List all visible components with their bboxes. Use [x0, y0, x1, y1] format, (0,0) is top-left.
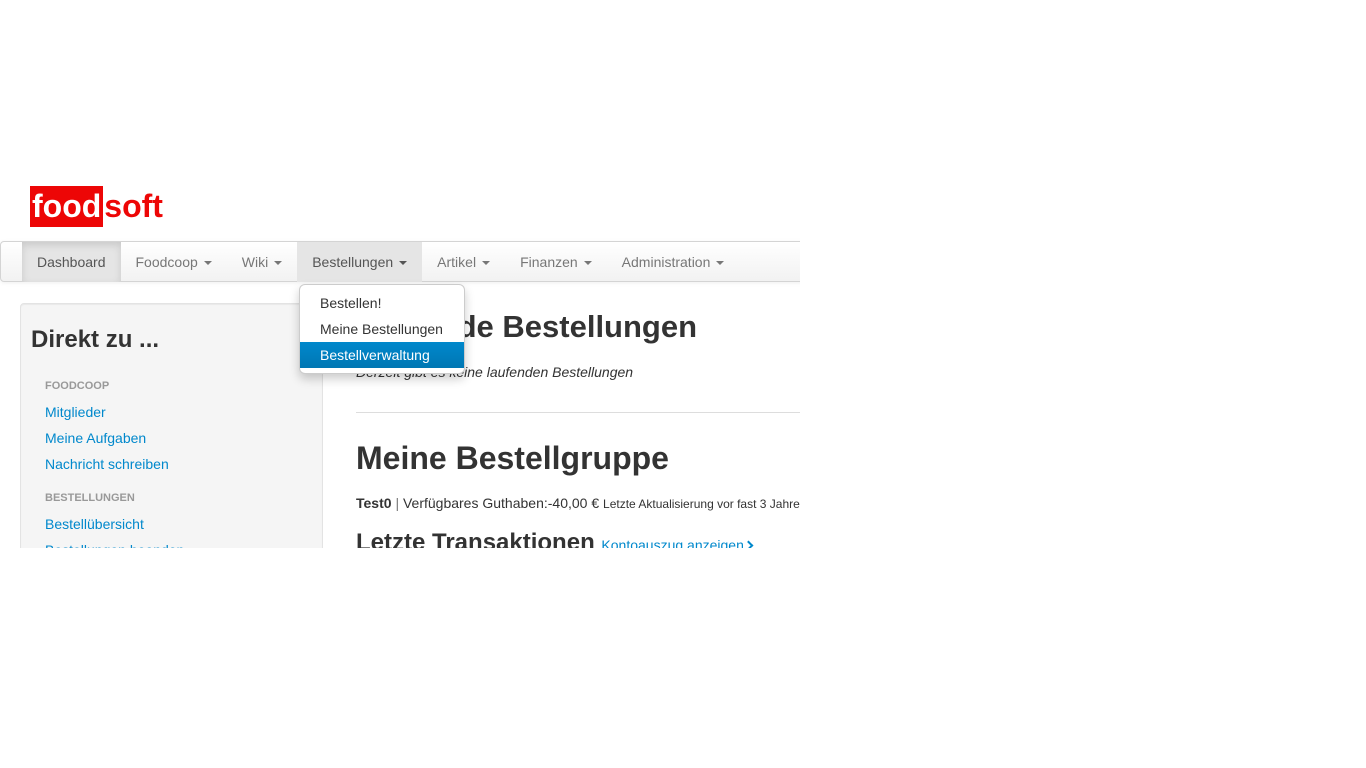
nav-bestellungen[interactable]: Bestellungen	[297, 242, 423, 282]
section-divider	[356, 412, 800, 413]
available-credit-value: -40,00 €	[547, 495, 600, 511]
caret-down-icon	[203, 261, 212, 265]
browser-viewport: food soft Dashboard Foodcoop Wiki Bestell…	[0, 0, 800, 548]
nav-wiki[interactable]: Wiki	[227, 242, 297, 282]
nav-administration-label: Administration	[621, 254, 711, 270]
sidebar-title: Direkt zu ...	[31, 326, 160, 353]
sidebar-link-meine-aufgaben[interactable]: Meine Aufgaben	[45, 425, 184, 451]
nav-wiki-label: Wiki	[241, 254, 269, 270]
nav-dashboard-label: Dashboard	[37, 254, 106, 270]
main-navbar: Dashboard Foodcoop Wiki Bestellungen Art…	[0, 241, 800, 282]
recent-transactions-label: Letzte Transaktionen	[356, 529, 595, 548]
nav-finanzen-label: Finanzen	[520, 254, 578, 270]
last-update-note: Letzte Aktualisierung vor fast 3 Jahren	[603, 497, 800, 511]
logo-soft: soft	[104, 188, 163, 224]
bestellungen-dropdown-menu: Bestellen! Meine Bestellungen Bestellver…	[299, 284, 465, 374]
nav-artikel[interactable]: Artikel	[422, 242, 505, 282]
logo-food: food	[30, 186, 104, 227]
sidebar-direct-links: Direkt zu ... Foodcoop Mitglieder Meine …	[20, 303, 323, 548]
caret-down-icon	[399, 261, 408, 265]
order-group-title: Meine Bestellgruppe	[356, 440, 669, 476]
chevron-right-icon	[743, 540, 754, 548]
nav-foodcoop[interactable]: Foodcoop	[121, 242, 227, 282]
caret-down-icon	[583, 261, 592, 265]
sidebar-list: Foodcoop Mitglieder Meine Aufgaben Nachr…	[45, 376, 184, 548]
sidebar-header-bestellungen: Bestellungen	[45, 492, 135, 504]
main-nav: Dashboard Foodcoop Wiki Bestellungen Art…	[22, 242, 739, 282]
account-statement-link[interactable]: Kontoauszug anzeigen	[601, 537, 754, 548]
dropdown-item-bestellen[interactable]: Bestellen!	[300, 290, 464, 316]
order-group-name: Test0	[356, 495, 392, 511]
sidebar-link-bestellungen-beenden[interactable]: Bestellungen beenden	[45, 537, 184, 548]
dropdown-item-meine-bestellungen[interactable]: Meine Bestellungen	[300, 316, 464, 342]
nav-bestellungen-label: Bestellungen	[312, 254, 394, 270]
recent-transactions-title: Letzte Transaktionen Kontoauszug anzeige…	[356, 529, 754, 548]
caret-down-icon	[716, 261, 725, 265]
caret-down-icon	[274, 261, 283, 265]
nav-administration[interactable]: Administration	[607, 242, 740, 282]
order-group-separator: |	[395, 495, 400, 511]
foodsoft-logo[interactable]: food soft	[30, 186, 163, 227]
dropdown-item-bestellverwaltung[interactable]: Bestellverwaltung	[300, 342, 464, 368]
nav-dashboard[interactable]: Dashboard	[22, 242, 121, 282]
available-credit-label: Verfügbares Guthaben:	[402, 495, 548, 511]
nav-foodcoop-label: Foodcoop	[135, 254, 198, 270]
caret-down-icon	[482, 261, 491, 265]
order-group-summary: Test0 | Verfügbares Guthaben:-40,00 € Le…	[356, 495, 800, 511]
nav-artikel-label: Artikel	[437, 254, 477, 270]
sidebar-header-foodcoop: Foodcoop	[45, 380, 110, 392]
nav-finanzen[interactable]: Finanzen	[505, 242, 607, 282]
sidebar-link-bestelluebersicht[interactable]: Bestellübersicht	[45, 511, 184, 537]
sidebar-link-mitglieder[interactable]: Mitglieder	[45, 399, 184, 425]
sidebar-link-nachricht-schreiben[interactable]: Nachricht schreiben	[45, 451, 184, 477]
account-statement-link-label: Kontoauszug anzeigen	[601, 537, 744, 548]
